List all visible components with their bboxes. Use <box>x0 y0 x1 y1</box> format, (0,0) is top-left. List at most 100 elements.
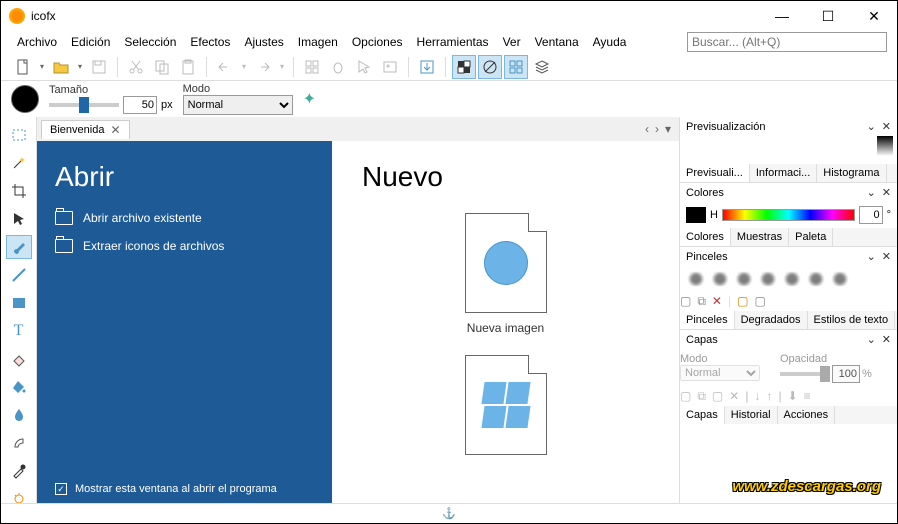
crop-tool-icon[interactable] <box>6 179 32 203</box>
bucket-tool-icon[interactable] <box>6 375 32 399</box>
dropdown-arrow-icon[interactable]: ▾ <box>239 55 249 79</box>
cursor-icon[interactable] <box>352 55 376 79</box>
size-slider[interactable] <box>49 103 119 107</box>
tab-degradados[interactable]: Degradados <box>735 311 808 329</box>
save-brush-icon[interactable]: ▢ <box>754 294 765 309</box>
tab-histograma[interactable]: Histograma <box>817 164 886 182</box>
minimize-button[interactable]: — <box>759 1 805 31</box>
mode-select[interactable]: Normal <box>183 95 293 115</box>
panel-close-icon[interactable]: ✕ <box>882 250 891 263</box>
tab-prev-icon[interactable]: ‹ <box>645 122 649 136</box>
panel-close-icon[interactable]: ✕ <box>882 120 891 133</box>
rect-tool-icon[interactable] <box>6 291 32 315</box>
color-swatch[interactable] <box>11 85 39 113</box>
dropdown-arrow-icon[interactable]: ▾ <box>277 55 287 79</box>
extract-icons-link[interactable]: Extraer iconos de archivos <box>55 239 314 253</box>
menu-seleccion[interactable]: Selección <box>118 33 182 51</box>
text-tool-icon[interactable]: T <box>6 319 32 343</box>
flatten-icon[interactable]: ≡ <box>804 389 811 404</box>
tab-acciones[interactable]: Acciones <box>778 406 836 424</box>
menu-imagen[interactable]: Imagen <box>292 33 344 51</box>
tab-menu-icon[interactable]: ▾ <box>665 122 671 136</box>
menu-archivo[interactable]: Archivo <box>11 33 63 51</box>
layers-icon[interactable] <box>530 55 554 79</box>
tab-colores[interactable]: Colores <box>680 228 731 246</box>
panel-close-icon[interactable]: ✕ <box>882 186 891 199</box>
collapse-icon[interactable]: ⌄ <box>867 333 876 346</box>
open-brush-icon[interactable]: ▢ <box>737 294 748 309</box>
duplicate-layer-icon[interactable]: ⧉ <box>697 389 706 404</box>
maximize-button[interactable]: ☐ <box>805 1 851 31</box>
color-swatch[interactable] <box>686 207 706 223</box>
brush-tool-icon[interactable] <box>6 235 32 259</box>
menu-ver[interactable]: Ver <box>497 33 527 51</box>
collapse-icon[interactable]: ⌄ <box>867 250 876 263</box>
hue-input[interactable] <box>859 206 883 224</box>
image-icon[interactable] <box>378 55 402 79</box>
menu-herramientas[interactable]: Herramientas <box>411 33 495 51</box>
dropdown-arrow-icon[interactable]: ▾ <box>75 55 85 79</box>
layer-up-icon[interactable]: ↑ <box>766 389 772 404</box>
layer-down-icon[interactable]: ↓ <box>754 389 760 404</box>
collapse-icon[interactable]: ⌄ <box>867 186 876 199</box>
eraser-tool-icon[interactable] <box>6 347 32 371</box>
new-image-button[interactable]: Nueva imagen <box>362 213 649 335</box>
show-on-start-checkbox[interactable]: ✓ Mostrar esta ventana al abrir el progr… <box>55 483 277 495</box>
new-file-icon[interactable] <box>11 55 35 79</box>
mask-layer-icon[interactable]: ▢ <box>712 389 723 404</box>
menu-efectos[interactable]: Efectos <box>184 33 236 51</box>
cut-icon[interactable] <box>124 55 148 79</box>
paste-icon[interactable] <box>176 55 200 79</box>
apple-icon[interactable] <box>326 55 350 79</box>
marquee-tool-icon[interactable] <box>6 123 32 147</box>
windows-icon[interactable] <box>300 55 324 79</box>
delete-layer-icon[interactable]: ✕ <box>729 389 739 404</box>
tab-pinceles[interactable]: Pinceles <box>680 311 735 329</box>
anchor-icon[interactable]: ⚓ <box>442 507 456 520</box>
new-windows-icon-button[interactable] <box>362 355 649 455</box>
checker-icon[interactable] <box>452 55 476 79</box>
open-existing-link[interactable]: Abrir archivo existente <box>55 211 314 225</box>
tab-informacion[interactable]: Informaci... <box>750 164 817 182</box>
opacity-input[interactable] <box>832 365 860 383</box>
opacity-slider[interactable] <box>780 372 830 376</box>
menu-ayuda[interactable]: Ayuda <box>587 33 633 51</box>
line-tool-icon[interactable] <box>6 263 32 287</box>
redo-icon[interactable] <box>251 55 275 79</box>
wand-tool-icon[interactable] <box>6 151 32 175</box>
open-file-icon[interactable] <box>49 55 73 79</box>
size-input[interactable] <box>123 96 157 114</box>
tab-bienvenida[interactable]: Bienvenida ✕ <box>41 120 130 139</box>
copy-icon[interactable] <box>150 55 174 79</box>
layer-mode-select[interactable]: Normal <box>680 365 760 381</box>
dropdown-arrow-icon[interactable]: ▾ <box>37 55 47 79</box>
tab-muestras[interactable]: Muestras <box>731 228 789 246</box>
tab-paleta[interactable]: Paleta <box>789 228 833 246</box>
brush-variant-icon[interactable]: ✦ <box>303 89 316 109</box>
new-layer-icon[interactable]: ▢ <box>680 389 691 404</box>
close-button[interactable]: ✕ <box>851 1 897 31</box>
collapse-icon[interactable]: ⌄ <box>867 120 876 133</box>
eyedropper-tool-icon[interactable] <box>6 459 32 483</box>
save-icon[interactable] <box>87 55 111 79</box>
menu-ajustes[interactable]: Ajustes <box>238 33 289 51</box>
preview-toggle-icon[interactable] <box>478 55 502 79</box>
tab-next-icon[interactable]: › <box>655 122 659 136</box>
smudge-tool-icon[interactable] <box>6 431 32 455</box>
merge-down-icon[interactable]: ⬇ <box>788 389 798 404</box>
new-brush-icon[interactable]: ▢ <box>680 294 691 309</box>
undo-icon[interactable] <box>213 55 237 79</box>
move-tool-icon[interactable] <box>6 207 32 231</box>
menu-edicion[interactable]: Edición <box>65 33 116 51</box>
tab-previsualizacion[interactable]: Previsuali... <box>680 164 750 182</box>
menu-opciones[interactable]: Opciones <box>346 33 409 51</box>
tab-estilos[interactable]: Estilos de texto <box>808 311 896 329</box>
delete-brush-icon[interactable]: ✕ <box>712 294 722 309</box>
tab-close-icon[interactable]: ✕ <box>110 123 120 137</box>
duplicate-brush-icon[interactable]: ⧉ <box>697 294 706 309</box>
extract-icon[interactable] <box>415 55 439 79</box>
menu-ventana[interactable]: Ventana <box>529 33 585 51</box>
grid-icon[interactable] <box>504 55 528 79</box>
hue-slider[interactable] <box>722 209 855 221</box>
tab-capas[interactable]: Capas <box>680 406 725 424</box>
